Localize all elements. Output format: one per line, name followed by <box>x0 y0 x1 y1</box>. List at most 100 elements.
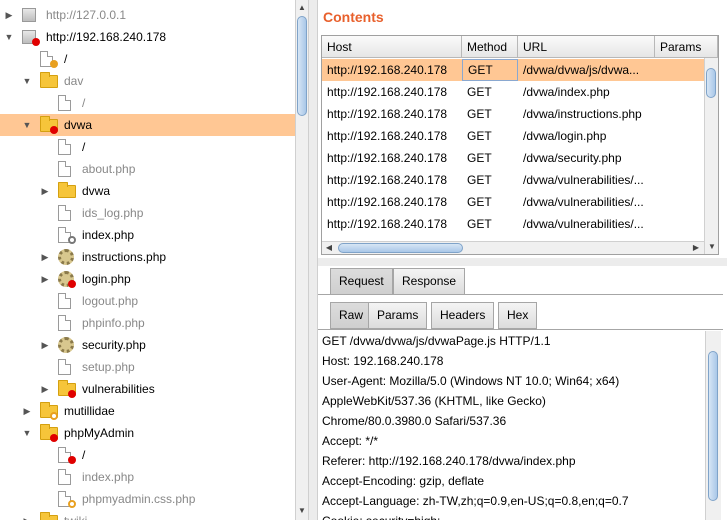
tree-item[interactable]: ▶ mutillidae <box>0 400 295 422</box>
table-row[interactable]: http://192.168.240.178 GET/dvwa/login.php <box>322 125 704 147</box>
tree-item[interactable]: ▼ http://192.168.240.178 <box>0 26 295 48</box>
tree-vertical-scrollbar[interactable]: ▲ ▼ <box>295 0 308 520</box>
tab-headers[interactable]: Headers <box>431 302 495 329</box>
tree-item-label: mutillidae <box>64 404 115 418</box>
column-header-params[interactable]: Params <box>655 36 718 58</box>
tree-item-label: dvwa <box>64 118 93 132</box>
expand-arrow-icon[interactable]: ▶ <box>22 400 32 422</box>
tree-item[interactable]: ids_log.php <box>0 202 295 224</box>
tree-item[interactable]: ▶ login.php <box>0 268 295 290</box>
column-header-url[interactable]: URL <box>518 36 655 58</box>
collapse-arrow-icon[interactable]: ▼ <box>22 70 32 92</box>
expand-arrow-icon[interactable]: ▶ <box>40 246 50 268</box>
tree-item-label: http://127.0.0.1 <box>46 8 127 22</box>
tree-item[interactable]: / <box>0 48 295 70</box>
cell-url: /dvwa/instructions.php <box>523 107 642 121</box>
raw-line: Cookie: security=high; <box>322 511 440 520</box>
table-row[interactable]: http://192.168.240.178 GET/dvwa/instructi… <box>322 103 704 125</box>
cell-method: GET <box>467 195 492 209</box>
expand-arrow-icon[interactable]: ▶ <box>40 334 50 356</box>
tree-item[interactable]: ▶ twiki <box>0 510 295 520</box>
table-row[interactable]: http://192.168.240.178 GET/dvwa/vulnerabi… <box>322 213 704 235</box>
tree-item[interactable]: phpmyadmin.css.php <box>0 488 295 510</box>
collapse-arrow-icon[interactable]: ▼ <box>4 26 14 48</box>
status-badge-icon <box>68 456 76 464</box>
tree-item[interactable]: ▶ dvwa <box>0 180 295 202</box>
cell-host: http://192.168.240.178 <box>327 107 448 121</box>
tree-item-label: instructions.php <box>82 250 167 264</box>
table-row[interactable]: http://192.168.240.178 GET/dvwa/index.php <box>322 81 704 103</box>
cell-method: GET <box>462 59 518 81</box>
tree-item[interactable]: ▶ instructions.php <box>0 246 295 268</box>
expand-arrow-icon[interactable]: ▶ <box>40 268 50 290</box>
tree-item[interactable]: about.php <box>0 158 295 180</box>
pane-divider[interactable] <box>308 0 318 520</box>
collapse-arrow-icon[interactable]: ▼ <box>22 114 32 136</box>
expand-arrow-icon[interactable]: ▶ <box>40 180 50 202</box>
tree-item[interactable]: / <box>0 444 295 466</box>
tree-item[interactable]: ▶ vulnerabilities <box>0 378 295 400</box>
tree-item-label: security.php <box>82 338 146 352</box>
tree-item[interactable]: setup.php <box>0 356 295 378</box>
raw-vertical-scrollbar[interactable] <box>705 331 721 520</box>
scroll-down-arrow-icon[interactable]: ▼ <box>296 505 308 517</box>
tab-request[interactable]: Request <box>330 268 393 295</box>
scroll-down-arrow-icon[interactable]: ▼ <box>706 241 718 253</box>
scroll-up-arrow-icon[interactable]: ▲ <box>296 2 308 14</box>
tree-item[interactable]: ▶ security.php <box>0 334 295 356</box>
cell-url: /dvwa/dvwa/js/dvwa... <box>523 63 640 77</box>
table-row[interactable]: http://192.168.240.178 GET/dvwa/vulnerabi… <box>322 191 704 213</box>
raw-line: User-Agent: Mozilla/5.0 (Windows NT 10.0… <box>322 374 620 388</box>
table-row[interactable]: http://192.168.240.178 GET/dvwa/dvwa/js/d… <box>322 59 704 81</box>
tab-hex[interactable]: Hex <box>498 302 538 329</box>
tree-item[interactable]: index.php <box>0 224 295 246</box>
table-row[interactable]: http://192.168.240.178 GET/dvwa/security.… <box>322 147 704 169</box>
cell-url: /dvwa/vulnerabilities/... <box>523 217 644 231</box>
raw-line: AppleWebKit/537.36 (KHTML, like Gecko) <box>322 394 546 408</box>
tree-item[interactable]: ▼ phpMyAdmin <box>0 422 295 444</box>
tree-item[interactable]: / <box>0 92 295 114</box>
tree-item[interactable]: ▼ dvwa <box>0 114 295 136</box>
contents-table: Host Method URL Params http://192.168.24… <box>321 35 719 255</box>
raw-scroll-thumb[interactable] <box>708 351 718 501</box>
table-vscroll-thumb[interactable] <box>706 68 716 98</box>
tree-item-label: / <box>82 140 86 154</box>
tab-response[interactable]: Response <box>393 268 466 295</box>
raw-request-view[interactable]: GET /dvwa/dvwa/js/dvwaPage.js HTTP/1.1 Ho… <box>318 331 709 520</box>
tree-item[interactable]: phpinfo.php <box>0 312 295 334</box>
table-hscroll-thumb[interactable] <box>338 243 463 253</box>
tree-item-label: phpmyadmin.css.php <box>82 492 196 506</box>
expand-arrow-icon[interactable]: ▶ <box>4 4 14 26</box>
cell-url: /dvwa/vulnerabilities/... <box>523 173 644 187</box>
table-vertical-scrollbar[interactable]: ▼ <box>704 58 718 254</box>
tree-item-label: twiki <box>64 510 87 520</box>
scroll-right-arrow-icon[interactable]: ▶ <box>690 242 702 254</box>
cell-url: /dvwa/login.php <box>523 129 607 143</box>
tree-item[interactable]: / <box>0 136 295 158</box>
collapse-arrow-icon[interactable]: ▼ <box>22 422 32 444</box>
tree-item[interactable]: logout.php <box>0 290 295 312</box>
table-horizontal-scrollbar[interactable]: ◀ ▶ <box>322 241 704 254</box>
tree-item-label: about.php <box>82 162 136 176</box>
column-header-method[interactable]: Method <box>462 36 518 58</box>
expand-arrow-icon[interactable]: ▶ <box>22 510 32 520</box>
tree-item-label: dvwa <box>82 184 111 198</box>
cell-method: GET <box>467 129 492 143</box>
cell-host: http://192.168.240.178 <box>327 195 448 209</box>
raw-line: Referer: http://192.168.240.178/dvwa/ind… <box>322 454 576 468</box>
expand-arrow-icon[interactable]: ▶ <box>40 378 50 400</box>
tab-params[interactable]: Params <box>368 302 428 329</box>
tree-item-label: index.php <box>82 228 135 242</box>
tree-item[interactable]: ▼ dav <box>0 70 295 92</box>
cell-host: http://192.168.240.178 <box>327 151 448 165</box>
tree-item[interactable]: ▶ http://127.0.0.1 <box>0 4 295 26</box>
raw-line: GET /dvwa/dvwa/js/dvwaPage.js HTTP/1.1 <box>322 334 551 348</box>
column-header-host[interactable]: Host <box>322 36 462 58</box>
table-row[interactable]: http://192.168.240.178 GET/dvwa/vulnerabi… <box>322 169 704 191</box>
site-map-tree[interactable]: ▶ http://127.0.0.1 ▼ http://192.168.240.178… <box>0 0 295 520</box>
scroll-left-arrow-icon[interactable]: ◀ <box>323 242 335 254</box>
tree-scroll-thumb[interactable] <box>297 16 307 116</box>
tree-item[interactable]: index.php <box>0 466 295 488</box>
split-handle[interactable] <box>318 258 727 266</box>
tab-raw[interactable]: Raw <box>330 302 373 329</box>
